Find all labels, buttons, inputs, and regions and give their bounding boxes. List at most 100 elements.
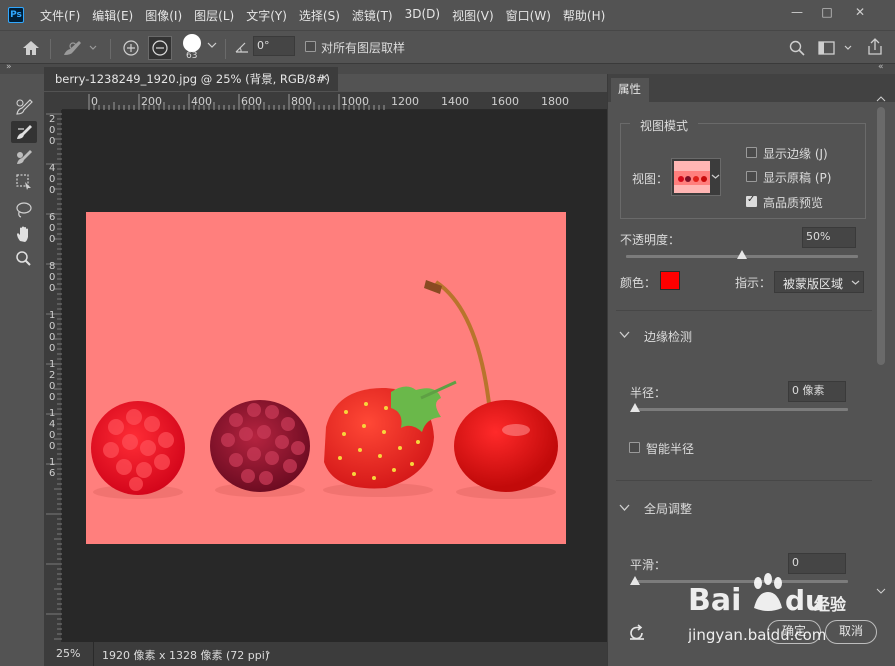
- close-window-button[interactable]: ✕: [848, 2, 872, 22]
- hq-preview-checkbox[interactable]: [746, 194, 757, 207]
- menu-item-5[interactable]: 选择(S): [293, 7, 346, 24]
- radius-slider-knob[interactable]: [630, 403, 640, 412]
- ruler-v-label: 1: [49, 408, 55, 419]
- menu-item-9[interactable]: 窗口(W): [500, 7, 557, 24]
- view-thumbnail-icon: [674, 161, 710, 193]
- brush-size-dropdown-icon[interactable]: [206, 39, 218, 54]
- menu-item-1[interactable]: 编辑(E): [86, 7, 139, 24]
- opacity-label: 不透明度：: [620, 233, 681, 247]
- ruler-v-label: 1: [49, 457, 55, 468]
- ruler-v-label: 0: [49, 234, 55, 245]
- ruler-h-label: 1200: [391, 95, 419, 108]
- refine-radius-tool-icon[interactable]: [11, 96, 37, 118]
- ruler-corner: [44, 92, 62, 110]
- workspace-icon[interactable]: [817, 39, 857, 60]
- ruler-v-label: 8: [49, 261, 55, 272]
- lasso-tool-icon[interactable]: [11, 198, 37, 220]
- menu-item-0[interactable]: 文件(F): [34, 7, 86, 24]
- ruler-v-label: 4: [49, 419, 55, 430]
- zoom-level[interactable]: 25%: [56, 647, 80, 660]
- panel-scrollbar-thumb[interactable]: [877, 107, 885, 365]
- show-original-checkbox[interactable]: [746, 171, 757, 182]
- menu-item-4[interactable]: 文字(Y): [240, 7, 293, 24]
- global-refinements-chevron-icon[interactable]: [619, 504, 630, 512]
- global-refinements-header[interactable]: 全局调整: [644, 500, 692, 517]
- menu-item-10[interactable]: 帮助(H): [557, 7, 611, 24]
- svg-text:jingyan.baidu.com: jingyan.baidu.com: [688, 626, 826, 644]
- home-icon[interactable]: [20, 38, 42, 58]
- menu-item-6[interactable]: 滤镜(T): [346, 7, 399, 24]
- vertical-ruler[interactable]: 20040060080010001200140016: [44, 110, 62, 642]
- ruler-v-label: 0: [49, 125, 55, 136]
- status-menu-arrow[interactable]: ›: [266, 646, 270, 659]
- opacity-slider-knob[interactable]: [737, 250, 747, 259]
- sample-all-layers-checkbox[interactable]: [305, 41, 316, 52]
- ruler-v-label: 0: [49, 272, 55, 283]
- horizontal-ruler[interactable]: 0 200 400 600 800 1000 1200 1400 1600 1800: [62, 92, 607, 110]
- brush-preset-icon[interactable]: [60, 38, 100, 58]
- indicate-dropdown[interactable]: 被蒙版区域: [774, 271, 864, 293]
- ruler-v-label: 0: [49, 174, 55, 185]
- zoom-tool-icon[interactable]: [11, 248, 37, 270]
- hq-preview-label: 高品质预览: [763, 196, 824, 210]
- ruler-v-label: 0: [49, 321, 55, 332]
- close-document-icon[interactable]: ✕: [320, 67, 328, 91]
- ruler-v-label: 0: [49, 392, 55, 403]
- brush-size-value: 63: [186, 51, 198, 61]
- rectangle-select-tool-icon[interactable]: [11, 171, 37, 193]
- collapse-panel-icon[interactable]: «: [878, 62, 884, 72]
- indicate-label: 指示：: [735, 276, 772, 290]
- show-edge-checkbox[interactable]: [746, 147, 757, 158]
- opacity-input[interactable]: 50%: [802, 227, 856, 248]
- ruler-v-label: 0: [49, 430, 55, 441]
- tab-properties[interactable]: 属性: [611, 78, 649, 102]
- collapse-toolbar-icon[interactable]: »: [6, 62, 12, 72]
- ruler-v-label: 0: [49, 332, 55, 343]
- view-thumbnail-dropdown[interactable]: [671, 158, 721, 196]
- expand-add-icon[interactable]: [120, 38, 142, 58]
- brush-tool-icon[interactable]: [11, 121, 37, 143]
- ruler-h-label: 800: [291, 95, 312, 108]
- share-icon[interactable]: [866, 37, 884, 60]
- angle-input[interactable]: 0°: [253, 36, 295, 56]
- ruler-h-label: 0: [91, 95, 98, 108]
- ruler-h-label: 1400: [441, 95, 469, 108]
- panel-scrollbar[interactable]: [875, 95, 887, 605]
- radius-input[interactable]: 0 像素: [788, 381, 846, 402]
- smart-radius-checkbox[interactable]: [629, 442, 640, 453]
- svg-text:经验: 经验: [814, 595, 847, 614]
- overlay-color-swatch[interactable]: [660, 271, 680, 290]
- edge-detection-chevron-icon[interactable]: [619, 331, 630, 339]
- smooth-slider-knob[interactable]: [630, 576, 640, 585]
- minimize-button[interactable]: —: [785, 2, 809, 22]
- image-canvas[interactable]: [86, 212, 566, 544]
- document-tab[interactable]: berry-1238249_1920.jpg @ 25% (背景, RGB/8#…: [44, 67, 338, 110]
- search-icon[interactable]: [788, 39, 806, 60]
- view-mode-title: 视图模式: [630, 117, 699, 134]
- contract-subtract-icon[interactable]: [148, 36, 172, 60]
- hand-tool-icon[interactable]: [11, 223, 37, 245]
- ruler-v-label: 1: [49, 359, 55, 370]
- reset-icon[interactable]: [628, 624, 646, 643]
- sample-all-layers-label: 对所有图层取样: [321, 41, 406, 55]
- smart-radius-label: 智能半径: [646, 442, 695, 456]
- ruler-v-label: 6: [49, 212, 55, 223]
- ruler-v-label: 0: [49, 381, 55, 392]
- ruler-v-label: 2: [49, 370, 55, 381]
- menu-bar: Ps 文件(F) 编辑(E) 图像(I) 图层(L) 文字(Y) 选择(S) 滤镜(T) 3D…: [0, 0, 895, 30]
- menu-item-3[interactable]: 图层(L): [188, 7, 240, 24]
- radius-slider-track[interactable]: [632, 408, 848, 411]
- ruler-v-label: 4: [49, 163, 55, 174]
- object-selection-tool-icon[interactable]: [11, 146, 37, 168]
- maximize-button[interactable]: □: [815, 2, 839, 22]
- edge-detection-header[interactable]: 边缘检测: [644, 328, 692, 345]
- brush-size-preview-icon[interactable]: [183, 34, 201, 52]
- menu-item-7[interactable]: 3D(D): [399, 7, 446, 24]
- ruler-v-label: 0: [49, 223, 55, 234]
- menu-item-8[interactable]: 视图(V): [446, 7, 500, 24]
- menu-item-2[interactable]: 图像(I): [139, 7, 188, 24]
- ruler-h-label: 1800: [541, 95, 569, 108]
- status-bar: 25% 1920 像素 x 1328 像素 (72 ppi) ›: [44, 642, 607, 666]
- berry-image: [91, 280, 558, 499]
- photoshop-logo[interactable]: Ps: [8, 7, 24, 23]
